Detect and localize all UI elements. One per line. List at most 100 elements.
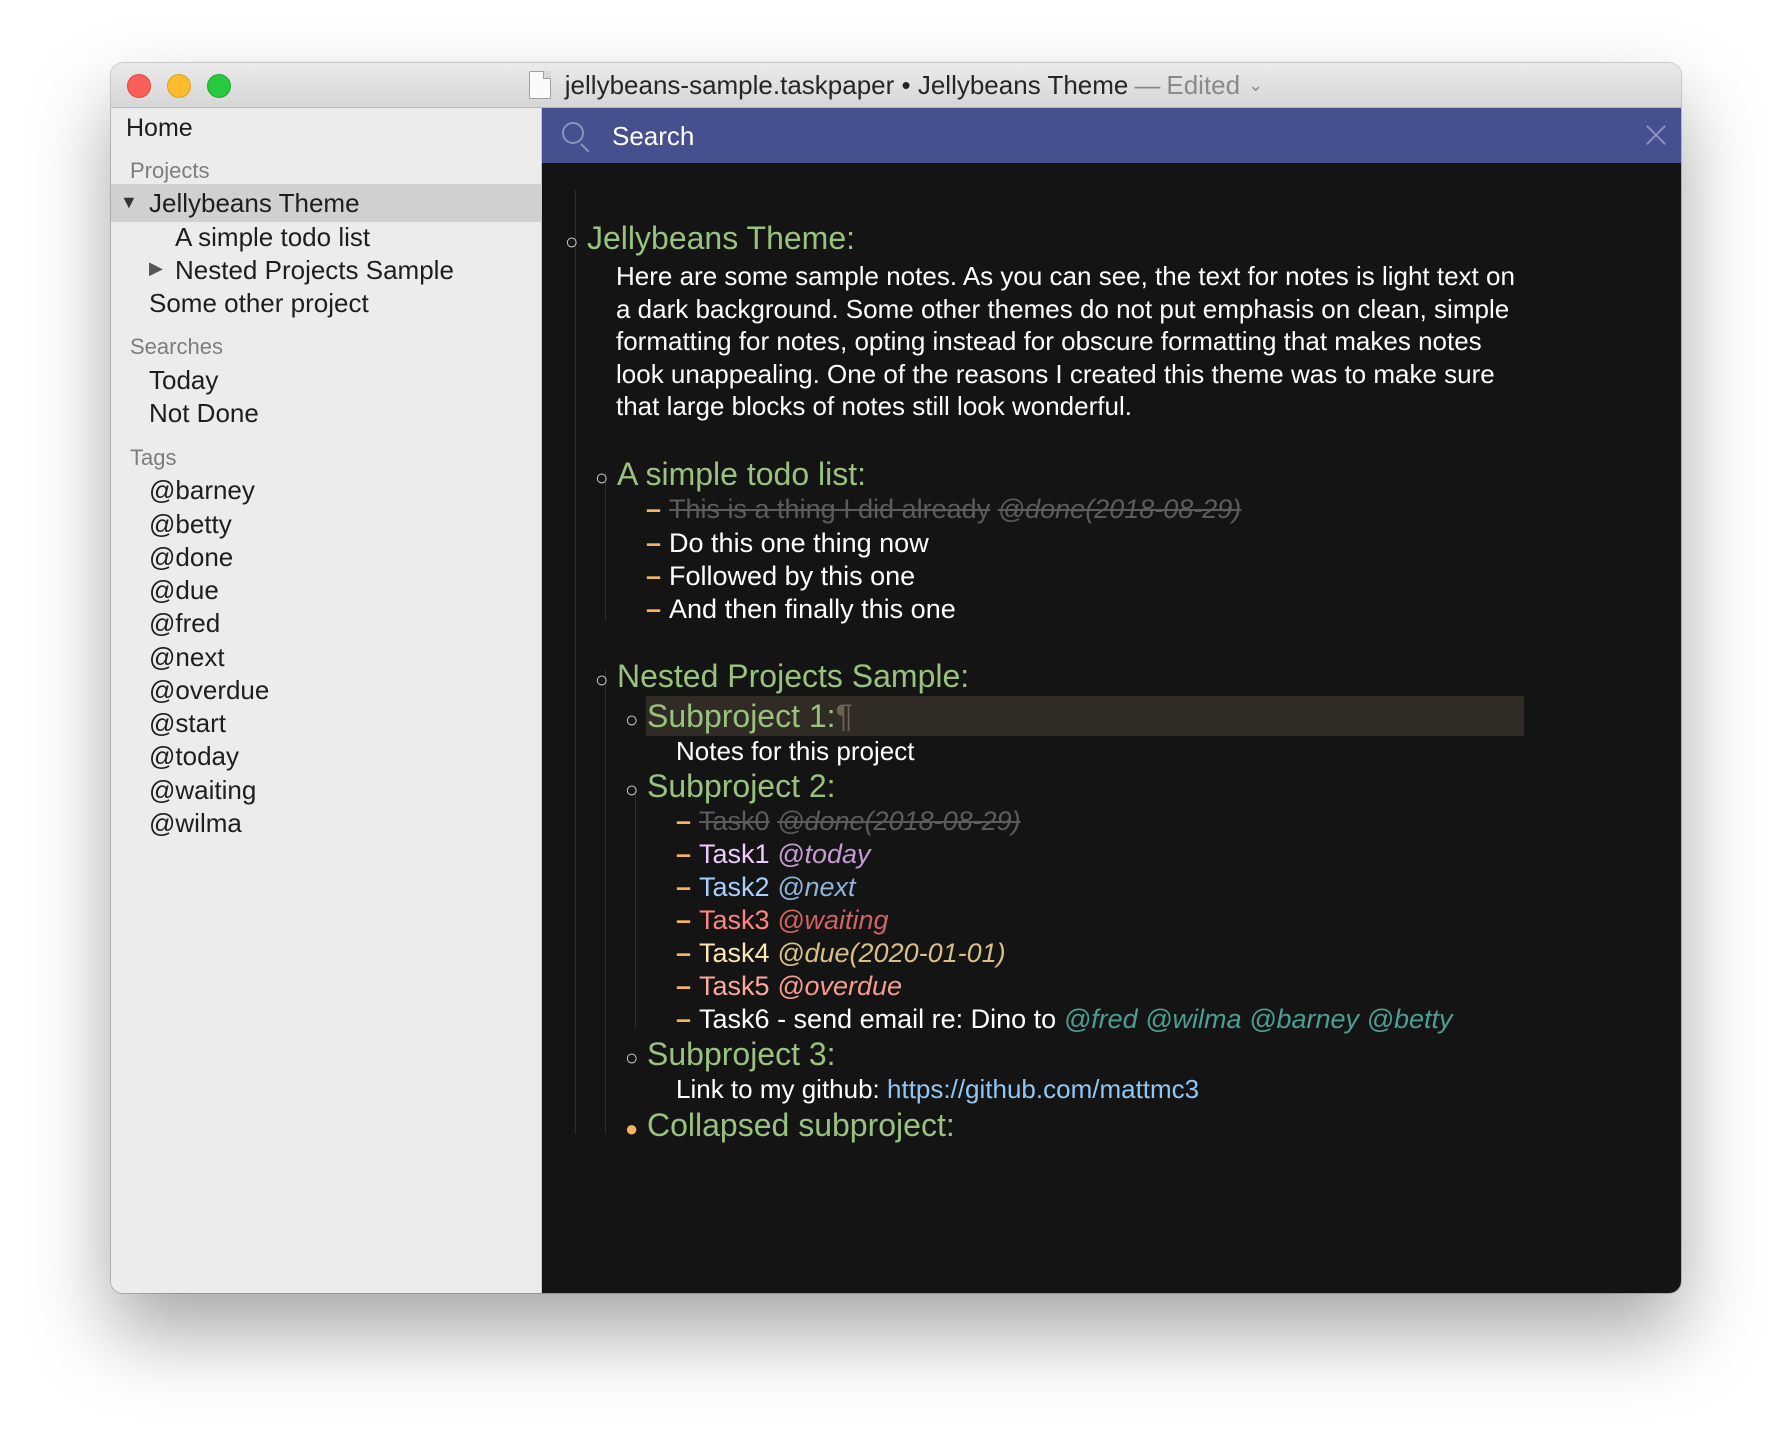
searches-header: Searches [130, 334, 223, 359]
task-dash: – [676, 872, 692, 902]
pilcrow-mark: ¶ [835, 698, 853, 734]
task-tag[interactable]: @today [777, 839, 870, 869]
task-item[interactable]: – Task3 @waiting [676, 903, 889, 937]
task-text: Task0 [699, 806, 770, 836]
project-bullet[interactable]: ○ [565, 222, 587, 262]
task-dash: – [676, 806, 692, 836]
task-tag[interactable]: @done(2018-08-29) [777, 806, 1021, 836]
project-bullet[interactable]: ○ [625, 770, 647, 810]
note-text: Link to my github: [676, 1074, 880, 1104]
title-bar: jellybeans-sample.taskpaper • Jellybeans… [111, 63, 1681, 108]
chevron-down-icon[interactable]: ⌄ [1248, 75, 1263, 96]
task-item[interactable]: – Followed by this one [646, 559, 915, 593]
indent-guide [605, 670, 606, 1134]
subproject-1[interactable]: ○ Subproject 1:¶ [625, 696, 853, 740]
project-bullet[interactable]: ○ [625, 1038, 647, 1078]
subproject-3[interactable]: ○ Subproject 3: [625, 1034, 836, 1078]
task-tag[interactable]: @waiting [777, 905, 888, 935]
project-title: Jellybeans Theme: [587, 220, 855, 256]
task-item[interactable]: – And then finally this one [646, 592, 956, 626]
sidebar-item-search-today[interactable]: Today [149, 365, 218, 396]
task-item[interactable]: – Do this one thing now [646, 526, 929, 560]
task-text: And then finally this one [669, 594, 956, 624]
sidebar-item-nested-projects[interactable]: Nested Projects Sample [175, 255, 454, 286]
close-icon[interactable] [1643, 122, 1669, 148]
collapsed-subproject[interactable]: ● Collapsed subproject: [625, 1105, 955, 1149]
window-title-text: jellybeans-sample.taskpaper • Jellybeans… [564, 69, 1129, 100]
task-item[interactable]: – Task1 @today [676, 837, 871, 871]
window-title: jellybeans-sample.taskpaper • Jellybeans… [111, 63, 1681, 107]
editor-pane[interactable]: ○Jellybeans Theme: Here are some sample … [542, 108, 1681, 1293]
project-nested-projects[interactable]: ○ Nested Projects Sample: [595, 656, 969, 700]
task-text: This is a thing I did already [669, 494, 991, 524]
task-dash: – [646, 561, 662, 591]
project-bullet[interactable]: ○ [595, 458, 617, 498]
task-tag[interactable]: @fred @wilma @barney @betty [1064, 1004, 1453, 1034]
task-item[interactable]: – Task2 @next [676, 870, 856, 904]
task-text: Task2 [699, 872, 770, 902]
search-input[interactable] [612, 118, 1612, 154]
sidebar-item-some-other-project[interactable]: Some other project [149, 288, 369, 319]
indent-guide [635, 788, 636, 1028]
disclosure-collapsed-icon[interactable]: ▶ [149, 258, 163, 279]
task-tag[interactable]: @next [777, 872, 855, 902]
task-tag[interactable]: @done(2018-08-29) [998, 494, 1242, 524]
sidebar-item-tag[interactable]: @due [149, 575, 219, 606]
task-dash: – [676, 938, 692, 968]
task-text: Task1 [699, 839, 770, 869]
task-dash: – [646, 528, 662, 558]
sidebar-item-tag[interactable]: @next [149, 642, 225, 673]
project-jellybeans-theme[interactable]: ○ Jellybeans Theme: [565, 218, 855, 262]
subproject-note[interactable]: Notes for this project [676, 735, 914, 768]
sidebar-item-tag[interactable]: @fred [149, 608, 220, 639]
sidebar-item-home[interactable]: Home [126, 114, 193, 143]
search-bar [542, 108, 1681, 163]
project-title: Nested Projects Sample: [617, 658, 970, 694]
task-tag[interactable]: @due(2020-01-01) [777, 938, 1006, 968]
task-tag[interactable]: @overdue [777, 971, 902, 1001]
project-bullet[interactable]: ○ [595, 660, 617, 700]
sidebar-item-simple-todo-list[interactable]: A simple todo list [175, 222, 370, 253]
sidebar-item-tag[interactable]: @today [149, 741, 239, 772]
project-title: Subproject 2: [647, 768, 836, 804]
task-dash: – [676, 971, 692, 1001]
sidebar-item-search-not-done[interactable]: Not Done [149, 398, 259, 429]
task-dash: – [676, 839, 692, 869]
task-dash: – [676, 1004, 692, 1034]
tags-header: Tags [130, 445, 177, 470]
task-item[interactable]: – Task5 @overdue [676, 969, 902, 1003]
github-link[interactable]: https://github.com/mattmc3 [887, 1074, 1199, 1104]
task-item[interactable]: – Task0 @done(2018-08-29) [676, 804, 1021, 838]
search-icon [562, 122, 584, 144]
collapsed-bullet[interactable]: ● [625, 1109, 647, 1149]
task-text: Task5 [699, 971, 770, 1001]
disclosure-expanded-icon[interactable]: ▼ [120, 192, 138, 213]
projects-header: Projects [130, 158, 210, 183]
task-item[interactable]: – Task6 - send email re: Dino to @fred @w… [676, 1002, 1452, 1036]
edited-status[interactable]: Edited [1166, 70, 1240, 101]
task-dash: – [646, 594, 662, 624]
app-window: jellybeans-sample.taskpaper • Jellybeans… [111, 63, 1681, 1293]
project-bullet[interactable]: ○ [625, 700, 647, 740]
project-title: Subproject 3: [647, 1036, 836, 1072]
sidebar: Home Projects ▼ Jellybeans Theme A simpl… [111, 108, 542, 1293]
task-text: Followed by this one [669, 561, 916, 591]
sidebar-item-tag[interactable]: @barney [149, 475, 255, 506]
title-separator: — [1134, 69, 1161, 100]
sidebar-item-tag[interactable]: @wilma [149, 808, 242, 839]
sidebar-item-tag[interactable]: @done [149, 542, 233, 573]
task-item[interactable]: – This is a thing I did already @done(201… [646, 492, 1241, 526]
project-title: Subproject 1: [647, 698, 836, 734]
task-text: Do this one thing now [669, 528, 929, 558]
task-text: Task3 [699, 905, 770, 935]
sidebar-item-tag[interactable]: @start [149, 708, 226, 739]
subproject-note[interactable]: Link to my github: https://github.com/ma… [676, 1073, 1199, 1106]
task-dash: – [646, 494, 662, 524]
project-note[interactable]: Here are some sample notes. As you can s… [616, 260, 1516, 423]
sidebar-item-tag[interactable]: @overdue [149, 675, 269, 706]
task-item[interactable]: – Task4 @due(2020-01-01) [676, 936, 1006, 970]
sidebar-item-tag[interactable]: @betty [149, 509, 232, 540]
task-text: Task6 - send email re: Dino to [699, 1004, 1057, 1034]
sidebar-item-tag[interactable]: @waiting [149, 775, 256, 806]
sidebar-item-jellybeans-theme[interactable]: Jellybeans Theme [149, 188, 360, 219]
